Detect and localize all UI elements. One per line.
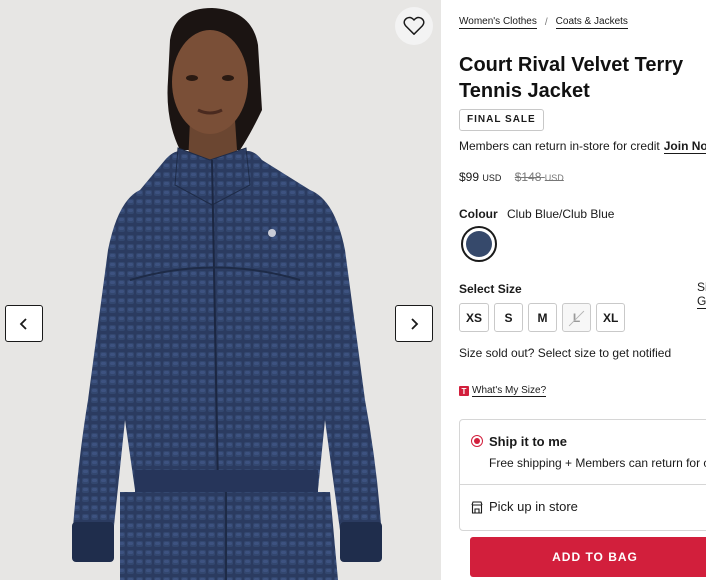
colour-value: Club Blue/Club Blue bbox=[507, 207, 615, 221]
product-details-panel: Women's Clothes / Coats & Jackets Court … bbox=[459, 0, 706, 580]
size-option-xl[interactable]: XL bbox=[596, 303, 626, 332]
breadcrumb-separator: / bbox=[544, 17, 548, 28]
size-guide-link[interactable]: Size Guide bbox=[697, 280, 706, 309]
size-option-m[interactable]: M bbox=[528, 303, 558, 332]
members-note-text: Members can return in-store for credit bbox=[459, 139, 660, 153]
heart-icon bbox=[403, 16, 425, 35]
sale-price-currency: USD bbox=[482, 173, 502, 183]
favorite-button[interactable] bbox=[395, 7, 433, 45]
product-image-gallery bbox=[0, 0, 441, 580]
original-price: $148 USD bbox=[515, 170, 564, 184]
select-size-label: Select Size bbox=[459, 282, 522, 296]
chevron-left-icon bbox=[19, 317, 27, 330]
size-option-s[interactable]: S bbox=[494, 303, 524, 332]
swatch-fill bbox=[466, 231, 492, 257]
product-title: Court Rival Velvet Terry Tennis Jacket bbox=[459, 54, 684, 102]
original-price-value: $148 bbox=[514, 170, 542, 184]
add-to-bag-button[interactable]: ADD TO BAG bbox=[470, 537, 706, 577]
sale-price: $99 bbox=[459, 170, 480, 184]
fulfillment-options: Ship it to me Free shipping + Members ca… bbox=[459, 419, 706, 531]
ship-option-subtitle: Free shipping + Members can return for c… bbox=[489, 456, 706, 470]
final-sale-badge: FINAL SALE bbox=[459, 109, 544, 131]
size-options: XS S M L XL bbox=[459, 303, 626, 332]
whats-my-size-link[interactable]: T What's My Size? bbox=[459, 385, 547, 397]
ship-option-title: Ship it to me bbox=[489, 434, 567, 449]
store-icon bbox=[471, 501, 483, 514]
options-divider bbox=[460, 484, 706, 485]
members-note: Members can return in-store for credit Jo… bbox=[459, 139, 706, 154]
whats-my-size-text: What's My Size? bbox=[472, 385, 547, 397]
breadcrumb-coats-jackets[interactable]: Coats & Jackets bbox=[555, 16, 628, 29]
join-now-link[interactable]: Join Now bbox=[663, 139, 706, 154]
size-sold-out-note: Size sold out? Select size to get notifi… bbox=[459, 346, 672, 360]
previous-image-button[interactable] bbox=[5, 305, 43, 342]
pickup-option-title: Pick up in store bbox=[489, 499, 578, 514]
breadcrumb-womens-clothes[interactable]: Women's Clothes bbox=[459, 16, 537, 29]
colour-label: Colour bbox=[459, 207, 498, 221]
breadcrumb: Women's Clothes / Coats & Jackets bbox=[459, 16, 628, 29]
radio-selected-icon[interactable] bbox=[471, 435, 483, 447]
size-option-xs[interactable]: XS bbox=[459, 303, 490, 332]
colour-swatch-club-blue[interactable] bbox=[461, 226, 497, 262]
price: $99 USD $148 USD bbox=[459, 170, 564, 184]
size-option-l[interactable]: L bbox=[562, 303, 592, 332]
product-photo bbox=[0, 0, 441, 580]
radio-dot bbox=[474, 438, 480, 444]
chevron-right-icon bbox=[411, 317, 419, 330]
original-price-currency: USD bbox=[544, 173, 564, 183]
next-image-button[interactable] bbox=[395, 305, 433, 342]
size-tool-icon: T bbox=[459, 386, 469, 396]
colour-row: Colour Club Blue/Club Blue bbox=[459, 207, 614, 221]
